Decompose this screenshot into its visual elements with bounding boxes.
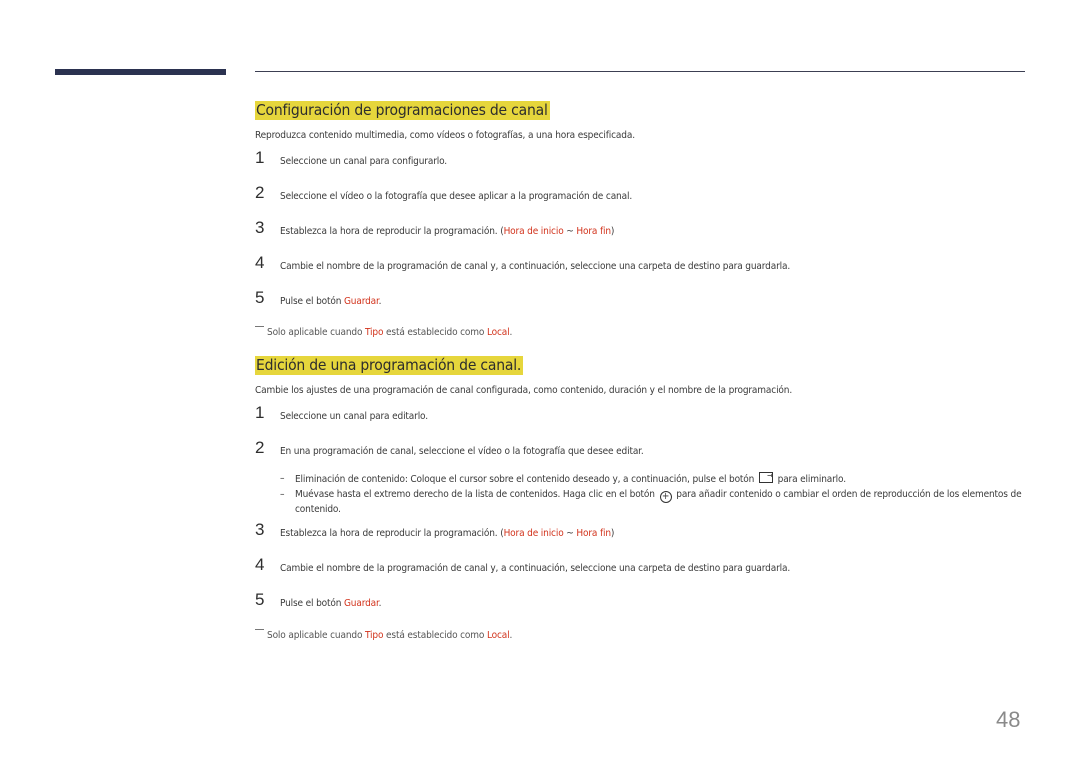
- header-rule: [255, 71, 1025, 72]
- sub-item: – Eliminación de contenido: Coloque el cu…: [255, 469, 1035, 487]
- chapter-bar: [55, 69, 226, 75]
- sub-item-text: Eliminación de contenido: Coloque el cur…: [295, 474, 757, 485]
- step-text-end: .: [378, 598, 382, 609]
- step-text: Establezca la hora de reproducir la prog…: [280, 528, 504, 539]
- type-label: Tipo: [365, 630, 384, 641]
- step-number: 1: [255, 148, 265, 167]
- step: 5 Pulse el botón Guardar.: [255, 591, 1035, 610]
- note-text-end: .: [509, 327, 513, 338]
- step-number: 4: [255, 253, 265, 272]
- sub-item-text-end: para eliminarlo.: [774, 474, 846, 485]
- section-channel-schedule-edit: Edición de una programación de canal. Ca…: [255, 355, 1035, 396]
- step: 3 Establezca la hora de reproducir la pro…: [255, 219, 1035, 238]
- local-label: Local: [486, 327, 510, 338]
- save-label: Guardar: [343, 598, 379, 609]
- step: 2 Seleccione el vídeo o la fotografía que…: [255, 184, 1035, 203]
- step-text: En una programación de canal, seleccione…: [280, 446, 644, 457]
- add-circle-icon: +: [659, 491, 672, 503]
- step-text: Cambie el nombre de la programación de c…: [280, 563, 791, 574]
- step-text: Seleccione un canal para editarlo.: [280, 411, 428, 422]
- note-text-end: .: [509, 630, 513, 641]
- step-text-end: ): [610, 226, 615, 237]
- bullet: –: [280, 473, 285, 484]
- note-text-mid: está establecido como: [383, 327, 487, 338]
- page-number: 48: [996, 707, 1021, 732]
- step-text: Seleccione el vídeo o la fotografía que …: [280, 191, 633, 202]
- end-time-label: Hora fin: [576, 528, 611, 539]
- separator: ~: [563, 226, 577, 237]
- section-intro: Reproduzca contenido multimedia, como ví…: [255, 130, 635, 141]
- step-number: 5: [255, 288, 265, 307]
- step-number: 2: [255, 438, 265, 457]
- step-number: 3: [255, 218, 265, 237]
- separator: ~: [563, 528, 577, 539]
- step: 1 Seleccione un canal para editarlo.: [255, 404, 1035, 423]
- step-number: 1: [255, 403, 265, 422]
- section-title: Configuración de programaciones de canal: [255, 101, 550, 120]
- step-text: Pulse el botón: [280, 598, 344, 609]
- note: Solo aplicable cuando Tipo está establec…: [255, 326, 1035, 338]
- note-text: Solo aplicable cuando: [267, 327, 366, 338]
- step-number: 4: [255, 555, 265, 574]
- note-text-mid: está establecido como: [383, 630, 487, 641]
- section-intro: Cambie los ajustes de una programación d…: [255, 385, 793, 396]
- step-text: Cambie el nombre de la programación de c…: [280, 261, 791, 272]
- end-time-label: Hora fin: [576, 226, 611, 237]
- note-text: Solo aplicable cuando: [267, 630, 366, 641]
- step-text: Seleccione un canal para configurarlo.: [280, 156, 447, 167]
- step: 3 Establezca la hora de reproducir la pro…: [255, 521, 1035, 540]
- section-channel-schedule-config: Configuración de programaciones de canal…: [255, 100, 1035, 141]
- save-label: Guardar: [343, 296, 379, 307]
- sub-item: – Muévase hasta el extremo derecho de la …: [255, 488, 1035, 517]
- step-number: 3: [255, 520, 265, 539]
- step: 4 Cambie el nombre de la programación de …: [255, 556, 1035, 575]
- step-text: Establezca la hora de reproducir la prog…: [280, 226, 504, 237]
- section-title: Edición de una programación de canal.: [255, 356, 524, 375]
- sub-item-text: Muévase hasta el extremo derecho de la l…: [295, 489, 658, 500]
- note: Solo aplicable cuando Tipo está establec…: [255, 629, 1035, 641]
- step-text-end: ): [610, 528, 615, 539]
- step: 5 Pulse el botón Guardar.: [255, 289, 1035, 308]
- step: 4 Cambie el nombre de la programación de …: [255, 254, 1035, 273]
- start-time-label: Hora de inicio: [503, 226, 564, 237]
- step: 1 Seleccione un canal para configurarlo.: [255, 149, 1035, 168]
- step-text-end: .: [378, 296, 382, 307]
- step-text: Pulse el botón: [280, 296, 344, 307]
- step-number: 5: [255, 590, 265, 609]
- note-icon: [255, 629, 264, 630]
- start-time-label: Hora de inicio: [503, 528, 564, 539]
- step: 2 En una programación de canal, seleccion…: [255, 439, 1035, 458]
- local-label: Local: [486, 630, 510, 641]
- note-icon: [255, 326, 264, 327]
- remove-content-icon: [758, 469, 773, 483]
- bullet: –: [280, 489, 285, 500]
- step-number: 2: [255, 183, 265, 202]
- type-label: Tipo: [365, 327, 384, 338]
